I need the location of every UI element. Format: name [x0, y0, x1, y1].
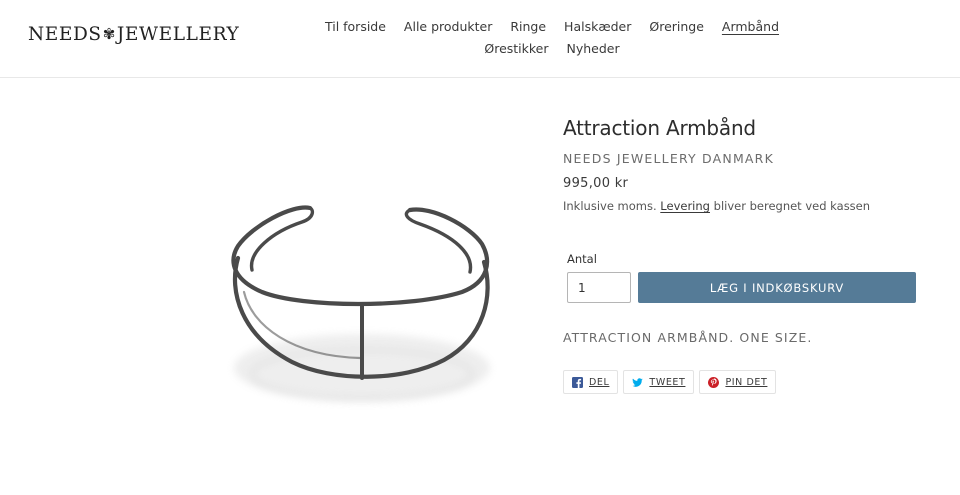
product-image[interactable] [222, 196, 502, 416]
brand-logo[interactable]: NEEDS✾JEWELLERY [28, 24, 239, 45]
share-facebook-label: DEL [589, 376, 610, 388]
brand-name-left: NEEDS [28, 24, 102, 45]
share-pinterest-button[interactable]: PIN DET [699, 370, 777, 394]
nav-link-news[interactable]: Nyheder [567, 38, 620, 60]
bracelet-image [231, 205, 490, 402]
tax-note: Inklusive moms. Levering bliver beregnet… [563, 199, 923, 213]
tax-note-suffix: bliver beregnet ved kassen [713, 199, 871, 213]
product-price: 995,00 kr [563, 176, 629, 191]
product-info: Attraction Armbånd NEEDS JEWELLERY DANMA… [563, 114, 923, 213]
facebook-icon [572, 376, 583, 388]
add-to-cart-button[interactable]: LÆG I INDKØBSKURV [638, 272, 916, 303]
nav-link-rings[interactable]: Ringe [510, 16, 546, 38]
shipping-link[interactable]: Levering [660, 199, 710, 213]
nav-link-necklaces[interactable]: Halskæder [564, 16, 631, 38]
share-twitter-button[interactable]: TWEET [623, 370, 695, 394]
flower-icon: ✾ [102, 25, 116, 43]
product-vendor: NEEDS JEWELLERY DANMARK [563, 151, 774, 166]
share-facebook-button[interactable]: DEL [563, 370, 619, 394]
share-twitter-label: TWEET [649, 376, 686, 388]
product-description: ATTRACTION ARMBÅND. ONE SIZE. [563, 330, 813, 345]
tax-note-prefix: Inklusive moms. [563, 199, 657, 213]
nav-link-earrings[interactable]: Øreringe [649, 16, 704, 38]
nav-link-studs[interactable]: Ørestikker [484, 38, 548, 60]
site-header: NEEDS✾JEWELLERY Til forside Alle produkt… [0, 0, 960, 78]
nav-link-all-products[interactable]: Alle produkter [404, 16, 492, 38]
social-share: DEL TWEET PIN DET [563, 370, 777, 394]
product-title: Attraction Armbånd [563, 116, 756, 140]
share-pinterest-label: PIN DET [725, 376, 768, 388]
main-navigation: Til forside Alle produkter Ringe Halskæd… [296, 16, 808, 59]
brand-name-right: JEWELLERY [116, 24, 240, 45]
nav-link-home[interactable]: Til forside [325, 16, 386, 38]
quantity-input[interactable] [567, 272, 631, 303]
twitter-icon [632, 377, 644, 388]
nav-link-bracelets[interactable]: Armbånd [722, 16, 779, 38]
pinterest-icon [708, 376, 720, 388]
quantity-label: Antal [567, 252, 597, 266]
